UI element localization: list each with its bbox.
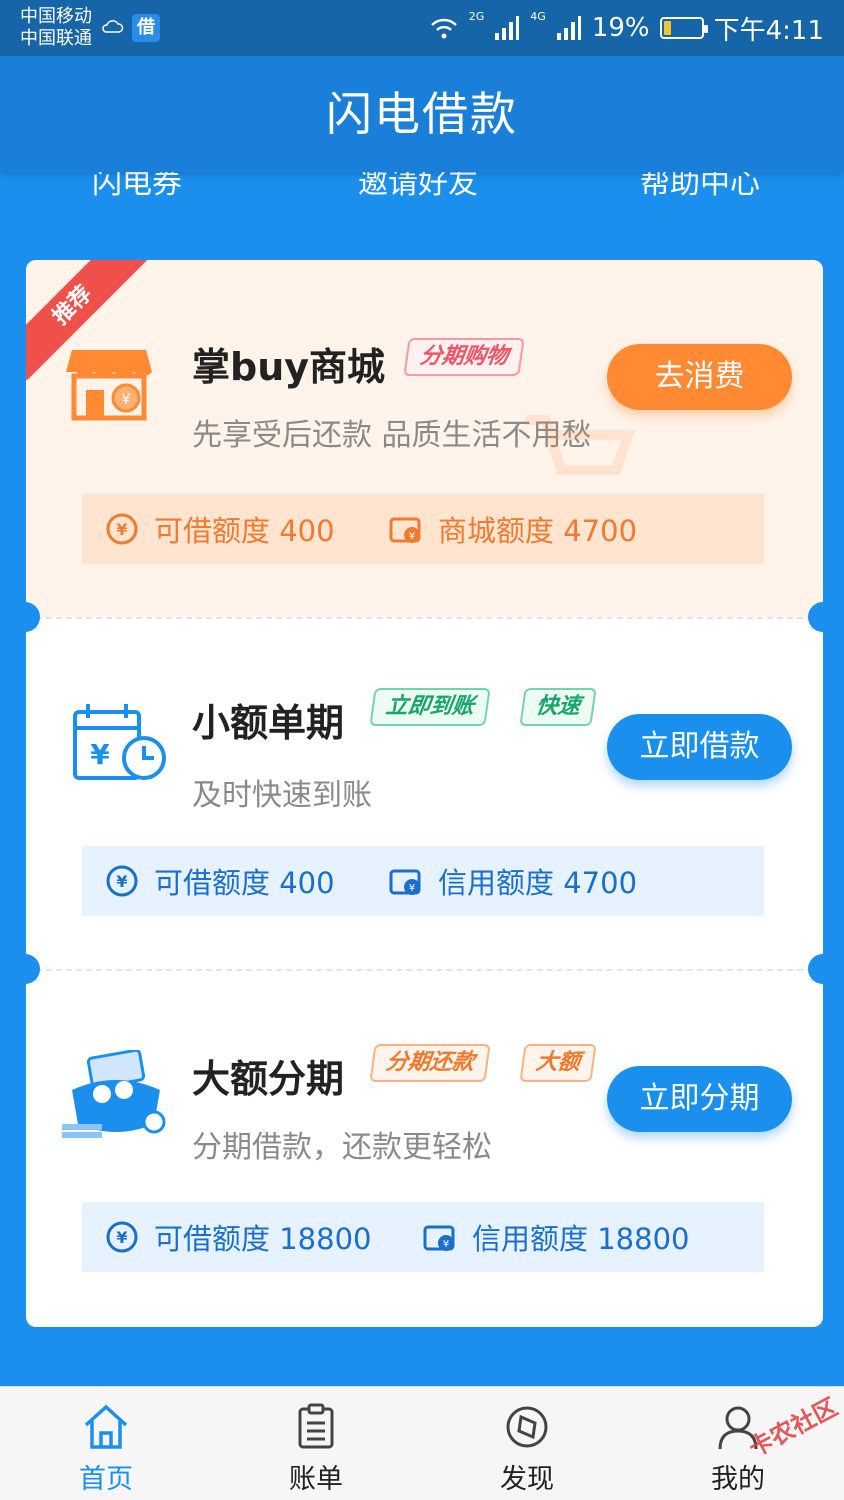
product-title: 大额分期 xyxy=(192,1057,345,1101)
product-desc: 分期借款，还款更轻松 xyxy=(192,1130,492,1165)
limit-bar: ¥ 可借额度 400 ¥ 信用额度 4700 xyxy=(82,846,764,916)
product-mall: 推荐 ¥ 掌buy商城 分期购物 先享受后还款 品质生活不用愁 去消费 ¥ 可借… xyxy=(26,260,823,617)
battery-fill xyxy=(663,21,671,35)
yuan-coin-icon: ¥ xyxy=(106,1221,138,1253)
signal-icon-2 xyxy=(556,16,581,40)
product-tag-installment: 分期还款 xyxy=(369,1044,491,1082)
ticket-notch xyxy=(10,954,40,984)
limit-mall: ¥ 商城额度 4700 xyxy=(388,508,637,550)
limit-mall-label: 商城额度 4700 xyxy=(438,514,638,548)
limit-borrow: ¥ 可借额度 400 xyxy=(104,860,388,902)
svg-text:¥: ¥ xyxy=(122,392,131,408)
limit-borrow-label: 可借额度 400 xyxy=(154,866,335,900)
ticket-notch xyxy=(10,602,40,632)
shop-icon: ¥ xyxy=(66,350,152,421)
status-right: 2G 4G 19% 下午4:11 xyxy=(429,10,824,46)
product-tag-large: 大额 xyxy=(519,1044,597,1082)
cart-watermark-icon xyxy=(526,415,635,475)
limit-borrow: ¥ 可借额度 400 xyxy=(104,508,388,550)
compass-icon xyxy=(506,1406,548,1448)
section-divider xyxy=(26,617,823,619)
page-title: 闪电借款 xyxy=(0,56,844,172)
consume-button[interactable]: 去消费 xyxy=(607,344,792,410)
limit-credit: ¥ 信用额度 18800 xyxy=(422,1216,689,1258)
product-card: 推荐 ¥ 掌buy商城 分期购物 先享受后还款 品质生活不用愁 去消费 ¥ 可借… xyxy=(26,260,823,1327)
borrow-now-button[interactable]: 立即借款 xyxy=(607,714,792,780)
ticket-notch xyxy=(808,602,838,632)
home-icon xyxy=(84,1404,128,1449)
product-tag-instant: 立即到账 xyxy=(369,688,491,726)
tab-discover-label: 发现 xyxy=(500,1464,554,1495)
signal-icon-1 xyxy=(495,16,520,40)
wallet-icon: ¥ xyxy=(423,1225,455,1251)
product-tag-fast: 快速 xyxy=(519,688,597,726)
tab-bill[interactable]: 账单 xyxy=(256,1387,376,1500)
svg-text:¥: ¥ xyxy=(443,1239,449,1250)
svg-text:¥: ¥ xyxy=(116,1228,127,1247)
limit-bar: ¥ 可借额度 400 ¥ 商城额度 4700 xyxy=(82,494,764,564)
wallet-icon: ¥ xyxy=(389,517,421,543)
tab-home-label: 首页 xyxy=(79,1464,133,1495)
carrier-2: 中国联通 xyxy=(20,28,92,49)
clock: 下午4:11 xyxy=(713,15,824,46)
wifi-icon xyxy=(430,18,457,39)
carrier-info: 中国移动 中国联通 xyxy=(20,6,92,50)
battery-icon xyxy=(659,17,708,39)
status-bar: 中国移动 中国联通 借 2G 4G 19% 下午4:11 xyxy=(0,0,844,56)
tab-home[interactable]: 首页 xyxy=(46,1387,166,1500)
yuan-coin-icon: ¥ xyxy=(106,513,138,545)
svg-text:¥: ¥ xyxy=(116,520,127,539)
product-title: 掌buy商城 xyxy=(192,345,386,389)
limit-borrow-label: 可借额度 18800 xyxy=(154,1222,372,1256)
svg-text:¥: ¥ xyxy=(409,531,415,542)
money-bag-icon xyxy=(62,1050,166,1138)
product-desc: 及时快速到账 xyxy=(192,778,372,813)
battery-percent: 19% xyxy=(591,13,650,43)
svg-text:¥: ¥ xyxy=(116,872,127,891)
weather-icon xyxy=(102,20,124,33)
calendar-clock-icon: ¥ xyxy=(73,704,166,780)
product-small-loan: ¥ 小额单期 立即到账 快速 及时快速到账 立即借款 ¥ 可借额度 400 ¥ xyxy=(26,618,823,969)
limit-bar: ¥ 可借额度 18800 ¥ 信用额度 18800 xyxy=(82,1202,764,1272)
app-notification-icon: 借 xyxy=(132,14,160,42)
svg-text:¥: ¥ xyxy=(409,883,415,894)
product-title: 小额单期 xyxy=(192,701,345,745)
limit-borrow: ¥ 可借额度 18800 xyxy=(104,1216,422,1258)
tab-mine-label: 我的 xyxy=(711,1464,765,1495)
carrier-1: 中国移动 xyxy=(20,6,92,27)
limit-credit-label: 信用额度 4700 xyxy=(438,866,638,900)
net-type-2: 4G xyxy=(530,10,546,23)
product-tag: 分期购物 xyxy=(403,338,525,376)
limit-borrow-label: 可借额度 400 xyxy=(154,514,335,548)
bill-icon xyxy=(298,1403,334,1449)
limit-credit-label: 信用额度 18800 xyxy=(472,1222,690,1256)
installment-now-button[interactable]: 立即分期 xyxy=(607,1066,792,1132)
svg-text:¥: ¥ xyxy=(90,738,110,771)
limit-credit: ¥ 信用额度 4700 xyxy=(388,860,637,902)
tab-discover[interactable]: 发现 xyxy=(467,1387,587,1500)
tab-bill-label: 账单 xyxy=(289,1464,343,1495)
product-large-loan: 大额分期 分期还款 大额 分期借款，还款更轻松 立即分期 ¥ 可借额度 1880… xyxy=(26,970,823,1327)
section-divider xyxy=(26,969,823,971)
net-type-1: 2G xyxy=(468,10,485,23)
bottom-nav: 首页 账单 发现 我的 xyxy=(0,1386,844,1500)
yuan-coin-icon: ¥ xyxy=(106,865,138,897)
ticket-notch xyxy=(808,954,838,984)
wallet-icon: ¥ xyxy=(389,869,421,895)
